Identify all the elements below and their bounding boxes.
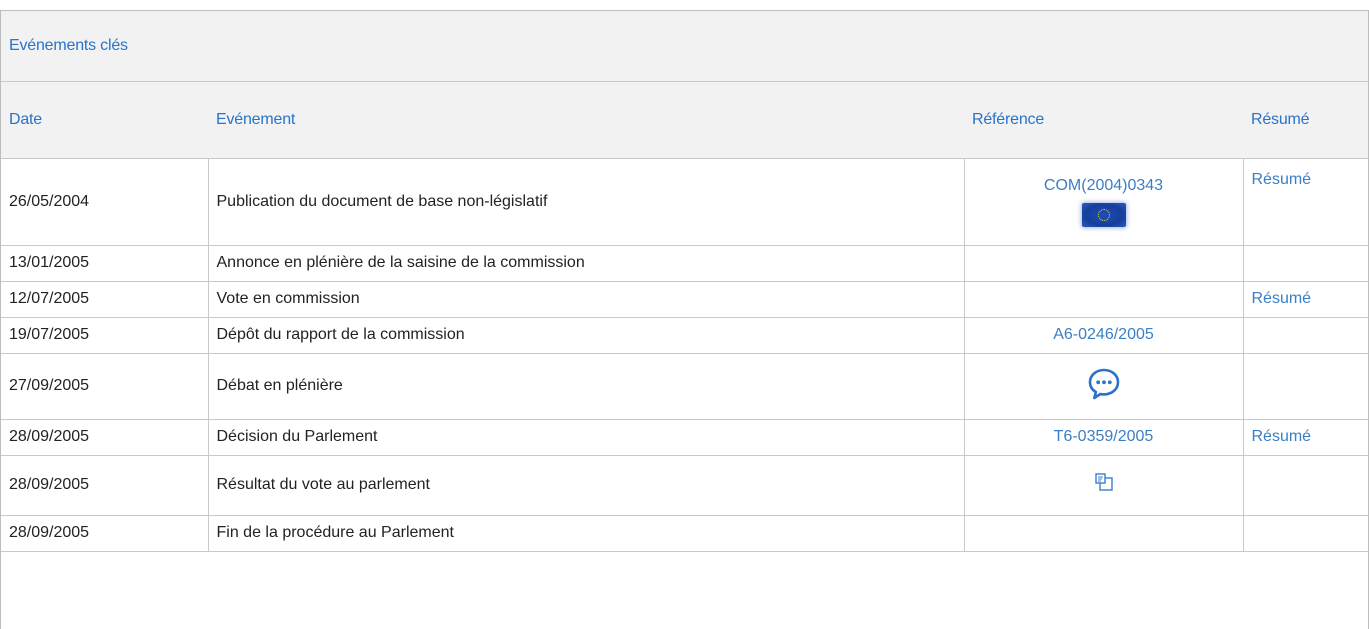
key-events-table: Date Evénement Référence Résumé 26/05/20… bbox=[1, 82, 1368, 552]
summary-link[interactable]: Résumé bbox=[1252, 428, 1312, 445]
row-summary bbox=[1243, 515, 1368, 552]
row-event: Résultat du vote au parlement bbox=[208, 455, 965, 516]
table-row: 28/09/2005 Décision du Parlement T6-0359… bbox=[1, 419, 1368, 456]
row-event: Publication du document de base non-légi… bbox=[208, 158, 965, 246]
row-date: 12/07/2005 bbox=[1, 281, 209, 318]
row-event: Fin de la procédure au Parlement bbox=[208, 515, 965, 552]
row-reference: T6-0359/2005 bbox=[964, 419, 1244, 456]
row-event: Dépôt du rapport de la commission bbox=[208, 317, 965, 354]
row-reference bbox=[964, 353, 1244, 420]
row-summary: Résumé bbox=[1243, 281, 1368, 318]
column-header-date[interactable]: Date bbox=[1, 82, 208, 159]
row-event: Vote en commission bbox=[208, 281, 965, 318]
row-summary bbox=[1243, 317, 1368, 354]
row-summary bbox=[1243, 245, 1368, 282]
row-summary bbox=[1243, 353, 1368, 420]
row-event: Décision du Parlement bbox=[208, 419, 965, 456]
row-date: 19/07/2005 bbox=[1, 317, 209, 354]
row-reference: COM(2004)0343 bbox=[964, 158, 1244, 246]
key-events-panel: Evénements clés Date Evénement Référence… bbox=[0, 10, 1369, 629]
row-date: 26/05/2004 bbox=[1, 158, 209, 246]
reference-link[interactable]: COM(2004)0343 bbox=[1044, 177, 1163, 195]
row-date: 28/09/2005 bbox=[1, 455, 209, 516]
column-header-reference[interactable]: Référence bbox=[964, 82, 1243, 159]
row-summary: Résumé bbox=[1243, 419, 1368, 456]
speech-bubble-icon[interactable] bbox=[1087, 367, 1121, 401]
summary-link[interactable]: Résumé bbox=[1252, 171, 1312, 188]
row-date: 28/09/2005 bbox=[1, 515, 209, 552]
table-row: 13/01/2005 Annonce en plénière de la sai… bbox=[1, 245, 1368, 282]
table-row: 19/07/2005 Dépôt du rapport de la commis… bbox=[1, 317, 1368, 354]
row-date: 13/01/2005 bbox=[1, 245, 209, 282]
eu-flag-icon[interactable] bbox=[1081, 202, 1126, 227]
row-reference bbox=[964, 515, 1244, 552]
row-reference bbox=[964, 245, 1244, 282]
table-row: 26/05/2004 Publication du document de ba… bbox=[1, 158, 1368, 246]
row-event: Annonce en plénière de la saisine de la … bbox=[208, 245, 965, 282]
summary-link[interactable]: Résumé bbox=[1252, 290, 1312, 307]
row-reference bbox=[964, 455, 1244, 516]
vote-result-icon[interactable] bbox=[1093, 472, 1115, 494]
panel-title: Evénements clés bbox=[1, 11, 1368, 82]
row-reference bbox=[964, 281, 1244, 318]
row-reference: A6-0246/2005 bbox=[964, 317, 1244, 354]
row-summary bbox=[1243, 455, 1368, 516]
row-date: 28/09/2005 bbox=[1, 419, 209, 456]
table-row: 12/07/2005 Vote en commission Résumé bbox=[1, 281, 1368, 318]
row-date: 27/09/2005 bbox=[1, 353, 209, 420]
table-row: 28/09/2005 Fin de la procédure au Parlem… bbox=[1, 515, 1368, 552]
column-header-event[interactable]: Evénement bbox=[208, 82, 964, 159]
row-summary: Résumé bbox=[1243, 158, 1368, 246]
column-header-summary[interactable]: Résumé bbox=[1243, 82, 1368, 159]
reference-link[interactable]: T6-0359/2005 bbox=[1054, 428, 1154, 445]
row-event: Débat en plénière bbox=[208, 353, 965, 420]
reference-link[interactable]: A6-0246/2005 bbox=[1053, 326, 1154, 343]
table-row: 27/09/2005 Débat en plénière bbox=[1, 353, 1368, 420]
table-header-row: Date Evénement Référence Résumé bbox=[1, 82, 1368, 159]
table-row: 28/09/2005 Résultat du vote au parlement bbox=[1, 455, 1368, 516]
